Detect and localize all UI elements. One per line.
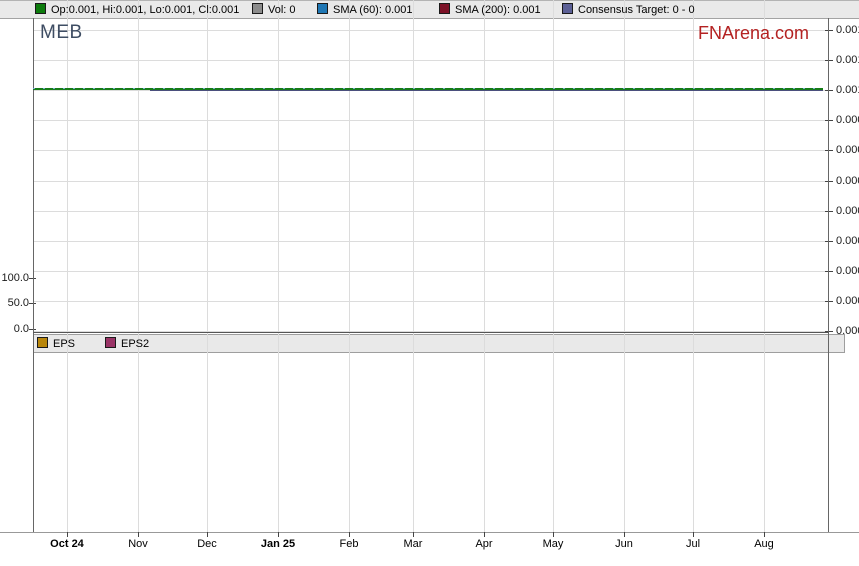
price-axis-label: 0.000: [836, 295, 859, 307]
legend-ohlc: Op:0.001, Hi:0.001, Lo:0.001, Cl:0.001: [35, 1, 239, 19]
price-axis-tick: [825, 271, 833, 272]
horizontal-gridline: [33, 181, 828, 182]
price-axis-tick: [825, 211, 833, 212]
price-axis-label: 0.000: [836, 325, 859, 337]
x-axis-label: Jun: [615, 538, 633, 550]
x-axis-label: Oct 24: [50, 538, 84, 550]
sma-60-label: SMA (60): 0.001: [333, 4, 413, 16]
price-axis-label: 0.000: [836, 265, 859, 277]
sma200-line: [150, 90, 823, 91]
x-axis-label: Mar: [403, 538, 423, 550]
price-axis-tick: [825, 60, 833, 61]
price-axis-tick: [825, 181, 833, 182]
legend-sma-60: SMA (60): 0.001: [317, 1, 413, 19]
x-axis-line: [0, 532, 859, 533]
horizontal-gridline: [33, 271, 828, 272]
price-axis-label: 0.001: [836, 84, 859, 96]
stock-chart: MEB FNArena.com 0.0010.0010.0010.0000.00…: [0, 0, 859, 566]
price-axis-tick: [825, 90, 833, 91]
vertical-gridline: [278, 0, 279, 532]
horizontal-gridline: [33, 120, 828, 121]
x-axis-tick: [67, 532, 68, 537]
eps2-swatch-icon: [105, 337, 116, 348]
x-axis-label: Jul: [685, 538, 701, 550]
sma-200-swatch-icon: [439, 3, 450, 14]
eps-legend-bar: [33, 334, 845, 353]
sma60-line: [33, 88, 823, 89]
price-axis-label: 0.001: [836, 24, 859, 36]
horizontal-gridline: [33, 301, 828, 302]
price-axis-tick: [825, 30, 833, 31]
price-axis-tick: [825, 150, 833, 151]
volume-axis-label: 0.0: [13, 323, 29, 335]
upper-panel-bottom-border: [33, 332, 829, 333]
x-axis-tick: [484, 532, 485, 537]
x-axis-tick: [413, 532, 414, 537]
sma-60-swatch-icon: [317, 3, 328, 14]
x-axis-tick: [138, 532, 139, 537]
price-axis-label: 0.000: [836, 144, 859, 156]
vertical-gridline: [764, 0, 765, 532]
price-axis-label: 0.000: [836, 114, 859, 126]
horizontal-gridline: [33, 60, 828, 61]
ohlc-label: Op:0.001, Hi:0.001, Lo:0.001, Cl:0.001: [51, 4, 240, 16]
x-axis-tick: [624, 532, 625, 537]
x-axis-tick: [553, 532, 554, 537]
x-axis-label: Feb: [339, 538, 359, 550]
vertical-gridline: [413, 0, 414, 532]
vertical-gridline: [67, 0, 68, 532]
x-axis-tick: [349, 532, 350, 537]
x-axis-tick: [764, 532, 765, 537]
volume-axis-label: 100.0: [1, 272, 29, 284]
consensus-target-swatch-icon: [562, 3, 573, 14]
x-axis-label: Jan 25: [260, 538, 296, 550]
vertical-gridline: [624, 0, 625, 532]
vertical-gridline: [484, 0, 485, 532]
legend-consensus-target: Consensus Target: 0 - 0: [562, 1, 695, 19]
vertical-gridline: [349, 0, 350, 532]
vertical-gridline: [207, 0, 208, 532]
x-axis-tick: [278, 532, 279, 537]
eps-legend-eps: EPS: [37, 335, 75, 353]
price-axis-label: 0.000: [836, 205, 859, 217]
x-axis-label: May: [542, 538, 564, 550]
right-axis-line: [828, 18, 829, 532]
price-axis-tick: [825, 241, 833, 242]
x-axis-label: Apr: [475, 538, 493, 550]
ticker-symbol: MEB: [40, 22, 83, 43]
vertical-gridline: [138, 0, 139, 532]
eps-swatch-icon: [37, 337, 48, 348]
price-axis-tick: [825, 301, 833, 302]
price-axis-label: 0.000: [836, 235, 859, 247]
x-axis-label: Aug: [754, 538, 774, 550]
volume-axis-label: 50.0: [7, 297, 29, 309]
eps2-label: EPS2: [121, 338, 150, 350]
volume-swatch-icon: [252, 3, 263, 14]
left-axis-line: [33, 18, 34, 532]
eps-label: EPS: [53, 338, 76, 350]
eps-legend-eps2: EPS2: [105, 335, 149, 353]
legend-volume: Vol: 0: [252, 1, 296, 19]
vertical-gridline: [553, 0, 554, 532]
horizontal-gridline: [33, 150, 828, 151]
consensus-target-label: Consensus Target: 0 - 0: [578, 4, 695, 16]
vertical-gridline: [693, 0, 694, 532]
sma-200-label: SMA (200): 0.001: [455, 4, 541, 16]
brand-logo: FNArena.com: [697, 23, 809, 43]
price-axis-label: 0.000: [836, 175, 859, 187]
x-axis-tick: [207, 532, 208, 537]
volume-label: Vol: 0: [268, 4, 296, 16]
horizontal-gridline: [33, 211, 828, 212]
legend-sma-200: SMA (200): 0.001: [439, 1, 541, 19]
x-axis-label: Nov: [128, 538, 148, 550]
price-axis-label: 0.001: [836, 54, 859, 66]
price-axis-tick: [825, 120, 833, 121]
x-axis-tick: [693, 532, 694, 537]
horizontal-gridline: [33, 241, 828, 242]
ohlc-swatch-icon: [35, 3, 46, 14]
x-axis-label: Dec: [197, 538, 217, 550]
